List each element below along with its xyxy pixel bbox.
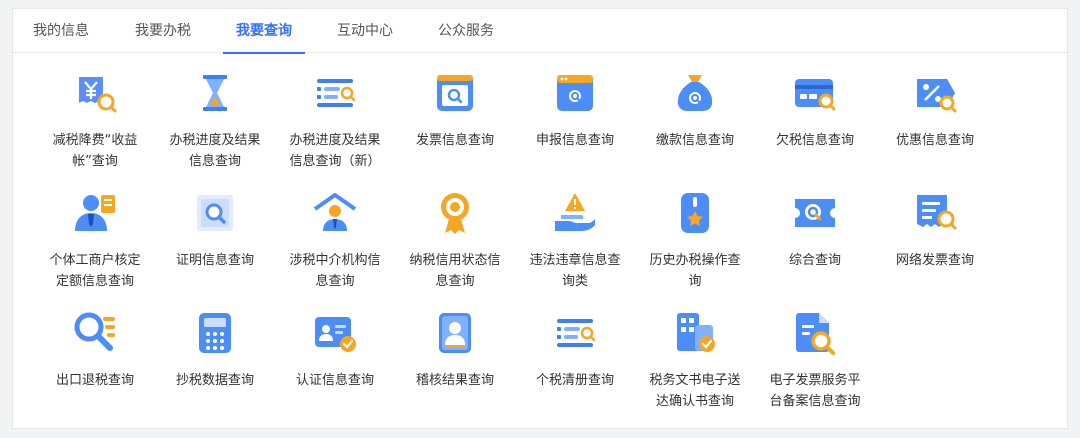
query-item-payment[interactable]: 缴款信息查询 bbox=[635, 69, 755, 151]
query-item-label: 综合查询 bbox=[788, 253, 841, 268]
query-item-comprehensive[interactable]: 综合查询 bbox=[755, 189, 875, 271]
query-item-label: 个税清册查询 bbox=[535, 373, 614, 388]
query-item-label: 涉税中介机构信息查询 bbox=[289, 253, 381, 289]
query-item-certification[interactable]: 认证信息查询 bbox=[275, 309, 395, 391]
query-item-personal-tax-list[interactable]: 个税清册查询 bbox=[515, 309, 635, 391]
tab-my-info[interactable]: 我的信息 bbox=[33, 9, 89, 53]
query-item-progress-result[interactable]: 办税进度及结果信息查询 bbox=[155, 69, 275, 172]
tab-interaction-center[interactable]: 互动中心 bbox=[337, 9, 393, 53]
query-item-label: 申报信息查询 bbox=[535, 133, 614, 148]
id-card-check-icon bbox=[315, 317, 356, 352]
warning-hand-icon bbox=[555, 193, 595, 231]
query-item-progress-result-new[interactable]: 办税进度及结果信息查询（新） bbox=[275, 69, 395, 172]
query-item-preferential[interactable]: 优惠信息查询 bbox=[875, 69, 995, 151]
money-bag-icon bbox=[677, 75, 713, 111]
query-item-label: 个体工商户核定定额信息查询 bbox=[49, 253, 141, 289]
tab-bar: 我的信息 我要办税 我要查询 互动中心 公众服务 bbox=[13, 9, 1067, 54]
ticket-search-icon bbox=[795, 199, 835, 227]
tab-public-service[interactable]: 公众服务 bbox=[438, 9, 494, 53]
hourglass-icon bbox=[203, 75, 227, 111]
query-item-credit-status[interactable]: 纳税信用状态信息查询 bbox=[395, 189, 515, 292]
invoice-search-icon bbox=[437, 75, 473, 111]
query-item-label: 认证信息查询 bbox=[295, 373, 374, 388]
query-item-audit-result[interactable]: 稽核结果查询 bbox=[395, 309, 515, 391]
business-person-icon bbox=[75, 195, 115, 231]
query-item-copy-tax-data[interactable]: 抄税数据查询 bbox=[155, 309, 275, 391]
query-panel: 我的信息 我要办税 我要查询 互动中心 公众服务 减税降费“收益帐”查询 办税进… bbox=[12, 8, 1068, 429]
query-item-label: 抄税数据查询 bbox=[175, 373, 254, 388]
e-invoice-record-icon bbox=[796, 313, 835, 355]
query-item-label: 违法违章信息查询类 bbox=[529, 253, 621, 289]
query-item-label: 办税进度及结果信息查询（新） bbox=[289, 133, 381, 169]
audit-badge-icon bbox=[439, 313, 471, 353]
query-item-network-invoice[interactable]: 网络发票查询 bbox=[875, 189, 995, 271]
calculator-icon bbox=[199, 313, 231, 353]
certificate-search-icon bbox=[197, 195, 233, 231]
export-refund-icon bbox=[74, 312, 115, 351]
declaration-search-icon bbox=[557, 75, 593, 111]
query-item-label: 电子发票服务平台备案信息查询 bbox=[769, 373, 861, 409]
query-item-e-delivery[interactable]: 税务文书电子送达确认书查询 bbox=[635, 309, 755, 412]
query-item-invoice[interactable]: 发票信息查询 bbox=[395, 69, 515, 151]
network-invoice-icon bbox=[917, 195, 957, 230]
query-item-label: 办税进度及结果信息查询 bbox=[169, 133, 261, 169]
query-item-tax-agency[interactable]: 涉税中介机构信息查询 bbox=[275, 189, 395, 292]
query-item-label: 优惠信息查询 bbox=[895, 133, 974, 148]
query-item-label: 减税降费“收益帐”查询 bbox=[52, 133, 138, 169]
tab-tax-handling[interactable]: 我要办税 bbox=[135, 9, 191, 53]
query-item-certificate[interactable]: 证明信息查询 bbox=[155, 189, 275, 271]
card-search-icon bbox=[795, 79, 836, 111]
query-item-label: 稽核结果查询 bbox=[415, 373, 494, 388]
agency-house-icon bbox=[313, 193, 357, 231]
query-item-label: 欠税信息查询 bbox=[775, 133, 854, 148]
tab-query[interactable]: 我要查询 bbox=[223, 9, 305, 54]
history-star-icon bbox=[681, 193, 709, 233]
list-search-icon bbox=[317, 79, 356, 107]
tax-list-icon bbox=[557, 319, 596, 347]
yuan-receipt-icon bbox=[79, 77, 117, 113]
query-item-label: 发票信息查询 bbox=[415, 133, 494, 148]
query-item-individual-quota[interactable]: 个体工商户核定定额信息查询 bbox=[35, 189, 155, 292]
query-item-label: 出口退税查询 bbox=[55, 373, 134, 388]
query-item-e-invoice-record[interactable]: 电子发票服务平台备案信息查询 bbox=[755, 309, 875, 412]
query-item-history[interactable]: 历史办税操作查询 bbox=[635, 189, 755, 292]
document-building-icon bbox=[677, 313, 715, 352]
query-item-label: 纳税信用状态信息查询 bbox=[409, 253, 501, 289]
query-item-export-refund[interactable]: 出口退税查询 bbox=[35, 309, 155, 391]
query-item-label: 证明信息查询 bbox=[175, 253, 254, 268]
query-item-label: 税务文书电子送达确认书查询 bbox=[649, 373, 741, 409]
discount-tag-icon bbox=[917, 79, 957, 113]
credit-medal-icon bbox=[441, 193, 469, 234]
query-item-label: 历史办税操作查询 bbox=[649, 253, 741, 289]
query-item-label: 缴款信息查询 bbox=[655, 133, 734, 148]
query-item-declaration[interactable]: 申报信息查询 bbox=[515, 69, 635, 151]
query-item-violation[interactable]: 违法违章信息查询类 bbox=[515, 189, 635, 292]
query-item-tax-arrears[interactable]: 欠税信息查询 bbox=[755, 69, 875, 151]
query-item-tax-reduction-benefit[interactable]: 减税降费“收益帐”查询 bbox=[35, 69, 155, 172]
query-item-label: 网络发票查询 bbox=[895, 253, 974, 268]
